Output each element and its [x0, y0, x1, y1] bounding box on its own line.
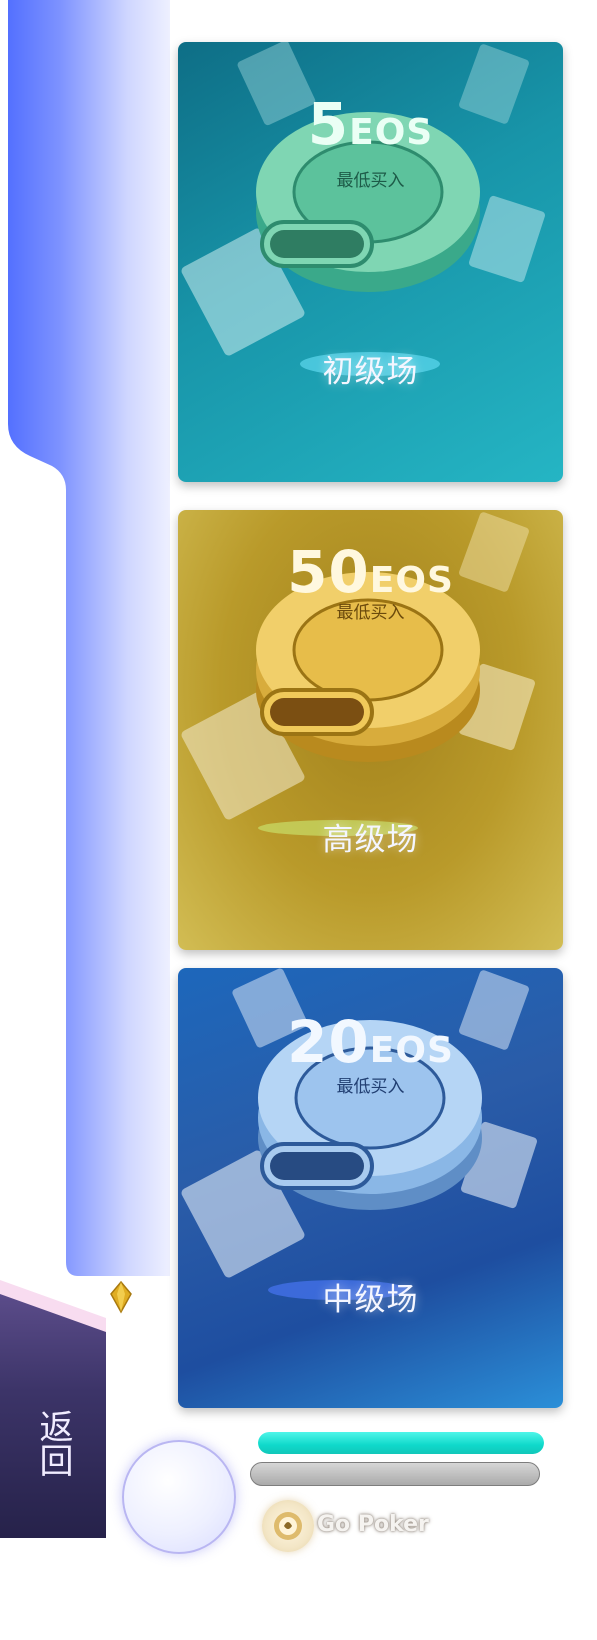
- brand-logo-icon: [262, 1500, 314, 1552]
- min-buy-label: 最低买入: [336, 1077, 405, 1097]
- room-card-intermediate[interactable]: 20EOS 最低买入 中级场: [178, 968, 563, 1408]
- progress-bar: [258, 1432, 544, 1454]
- side-panel: [0, 0, 170, 1280]
- progress-fill: [258, 1432, 544, 1454]
- secondary-bar: [250, 1462, 540, 1486]
- room-name: 中级场: [322, 1282, 419, 1318]
- chip-amount: 20EOS: [287, 1008, 454, 1076]
- room-name: 初级场: [322, 354, 419, 390]
- min-buy-label: 最低买入: [336, 171, 405, 191]
- chip-amount: 5EOS: [307, 90, 434, 158]
- secondary-bar-fill: [251, 1463, 539, 1485]
- gem-icon: [108, 1280, 134, 1314]
- back-button-label: 返回: [33, 1409, 73, 1477]
- brand-name: Go Poker: [317, 1512, 429, 1537]
- avatar[interactable]: [122, 1440, 236, 1554]
- room-card-beginner[interactable]: 5EOS 最低买入 初级场: [178, 42, 563, 482]
- chip-amount: 50EOS: [287, 538, 454, 606]
- room-name: 高级场: [322, 822, 419, 858]
- min-buy-label: 最低买入: [336, 603, 405, 623]
- room-card-advanced[interactable]: 50EOS 最低买入 高级场: [178, 510, 563, 950]
